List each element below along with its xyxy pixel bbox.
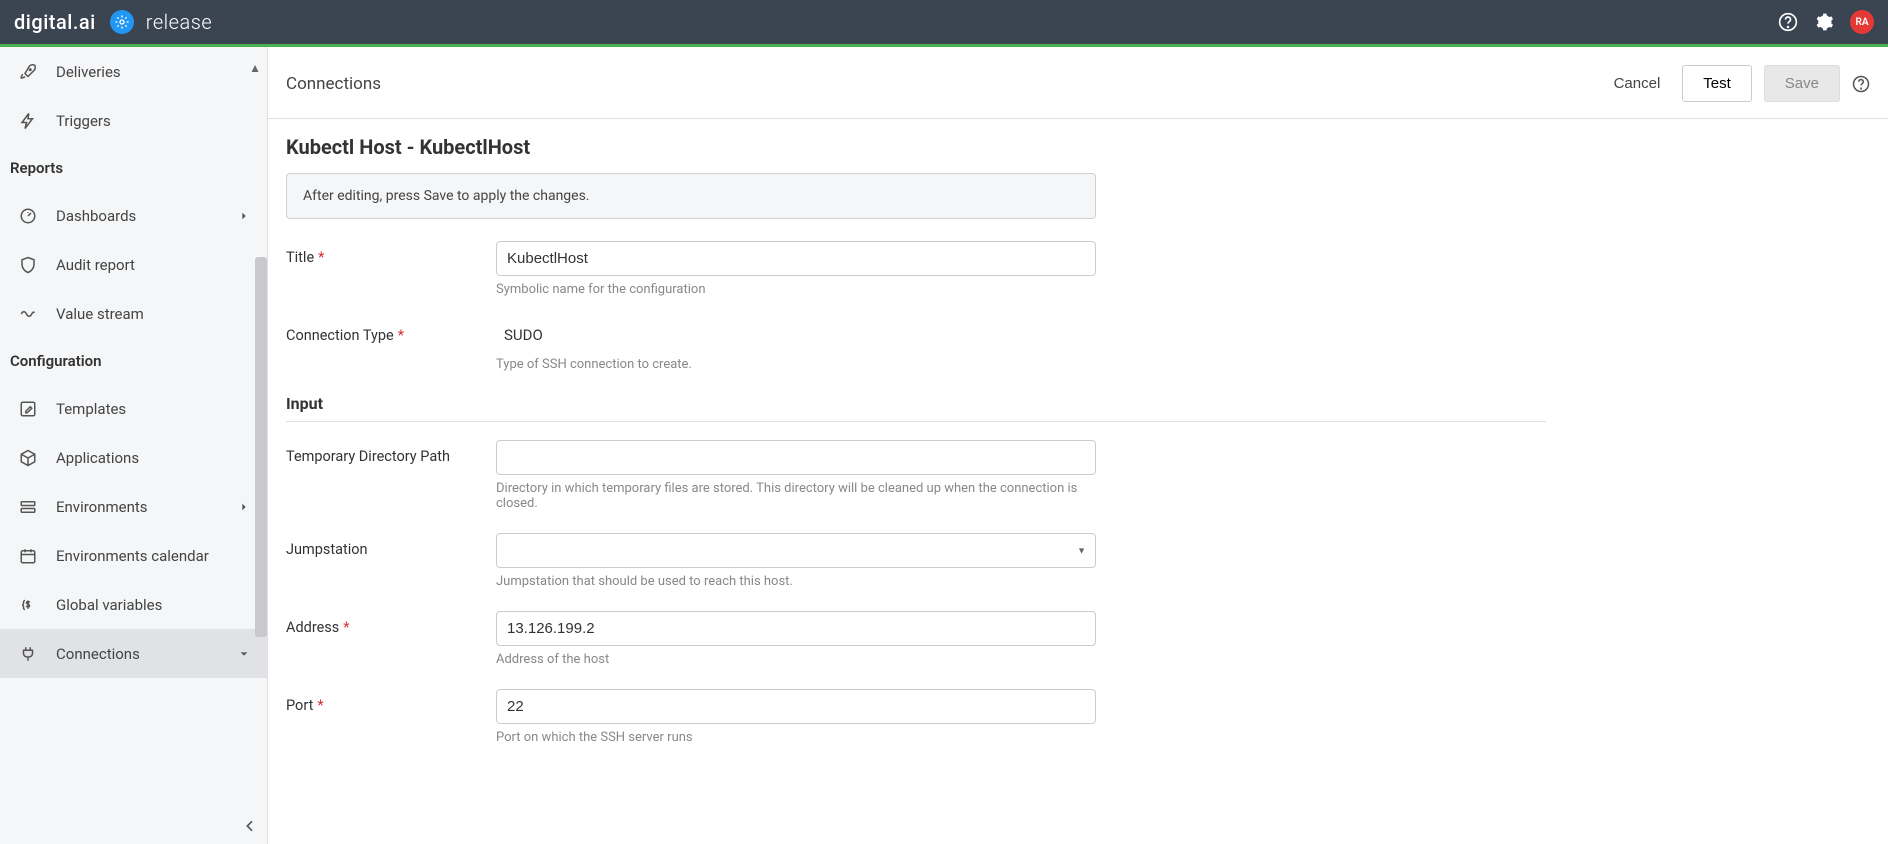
sidebar-item-label: Deliveries	[56, 63, 121, 81]
connection-type-value: SUDO	[496, 319, 1096, 351]
tmp-path-input[interactable]	[496, 440, 1096, 475]
scroll-up-icon[interactable]: ▲	[249, 61, 261, 75]
sidebar-item-label: Applications	[56, 449, 139, 467]
port-help: Port on which the SSH server runs	[496, 730, 1096, 745]
address-label: Address*	[286, 611, 496, 636]
bolt-icon	[18, 111, 38, 131]
cancel-button[interactable]: Cancel	[1604, 67, 1671, 100]
connection-type-help: Type of SSH connection to create.	[496, 357, 1096, 372]
jumpstation-label: Jumpstation	[286, 533, 496, 558]
top-bar: digital.ai release RA	[0, 0, 1888, 44]
gauge-icon	[18, 206, 38, 226]
chevron-down-icon	[239, 649, 249, 659]
sidebar-scrollbar[interactable]	[255, 257, 267, 637]
title-input[interactable]	[496, 241, 1096, 276]
sidebar-item-environments-calendar[interactable]: Environments calendar	[0, 531, 267, 580]
wave-icon	[18, 304, 38, 324]
sidebar-item-connections[interactable]: Connections	[0, 629, 267, 678]
sidebar-item-label: Value stream	[56, 305, 144, 323]
port-label: Port*	[286, 689, 496, 714]
topbar-actions: RA	[1778, 10, 1874, 34]
sidebar-item-label: Dashboards	[56, 207, 136, 225]
sidebar-item-value-stream[interactable]: Value stream	[0, 289, 267, 338]
shield-icon	[18, 255, 38, 275]
sidebar-item-triggers[interactable]: Triggers	[0, 96, 267, 145]
cube-icon	[18, 448, 38, 468]
sidebar-item-label: Environments	[56, 498, 148, 516]
sidebar-item-label: Triggers	[56, 112, 111, 130]
rocket-icon	[18, 62, 38, 82]
sidebar-item-dashboards[interactable]: Dashboards	[0, 191, 267, 240]
context-help-icon[interactable]	[1852, 75, 1870, 93]
brand: digital.ai release	[14, 10, 212, 34]
tmp-path-help: Directory in which temporary files are s…	[496, 481, 1096, 511]
avatar[interactable]: RA	[1850, 10, 1874, 34]
port-input[interactable]	[496, 689, 1096, 724]
jumpstation-help: Jumpstation that should be used to reach…	[496, 574, 1096, 589]
address-input[interactable]	[496, 611, 1096, 646]
title-label: Title*	[286, 241, 496, 266]
sidebar-collapse-button[interactable]	[238, 814, 262, 838]
sidebar-item-environments[interactable]: Environments	[0, 482, 267, 531]
calendar-icon	[18, 546, 38, 566]
address-help: Address of the host	[496, 652, 1096, 667]
content-heading: Kubectl Host - KubectlHost	[286, 135, 1870, 159]
pencil-box-icon	[18, 399, 38, 419]
notice-banner: After editing, press Save to apply the c…	[286, 173, 1096, 219]
stack-icon	[18, 497, 38, 517]
chevron-right-icon	[239, 211, 249, 221]
page-title: Connections	[286, 74, 381, 94]
dollar-braces-icon	[18, 595, 38, 615]
input-section-heading: Input	[286, 394, 1546, 422]
jumpstation-select[interactable]	[496, 533, 1096, 568]
sidebar-section-reports: Reports	[0, 145, 267, 191]
sidebar-item-templates[interactable]: Templates	[0, 384, 267, 433]
sidebar-item-label: Audit report	[56, 256, 135, 274]
sidebar-section-configuration: Configuration	[0, 338, 267, 384]
sidebar-item-applications[interactable]: Applications	[0, 433, 267, 482]
brand-product-name: release	[146, 10, 212, 34]
brand-logo-digital-ai: digital.ai	[14, 10, 96, 34]
title-help: Symbolic name for the configuration	[496, 282, 1096, 297]
connection-type-label: Connection Type*	[286, 319, 496, 344]
sidebar-item-global-variables[interactable]: Global variables	[0, 580, 267, 629]
sidebar-item-deliveries[interactable]: Deliveries	[0, 47, 267, 96]
help-icon[interactable]	[1778, 12, 1798, 32]
sidebar-item-label: Templates	[56, 400, 126, 418]
sidebar-item-label: Environments calendar	[56, 547, 209, 565]
sidebar-item-audit-report[interactable]: Audit report	[0, 240, 267, 289]
plug-icon	[18, 644, 38, 664]
save-button[interactable]: Save	[1764, 65, 1840, 102]
main-content: Connections Cancel Test Save Kubectl Hos…	[268, 47, 1888, 844]
page-header: Connections Cancel Test Save	[268, 47, 1888, 119]
sidebar: ▲ Deliveries Triggers Reports Dashboards	[0, 47, 268, 844]
gear-icon[interactable]	[1814, 12, 1834, 32]
sidebar-item-label: Global variables	[56, 596, 162, 614]
brand-product-icon	[110, 10, 134, 34]
sidebar-item-label: Connections	[56, 645, 140, 663]
chevron-right-icon	[239, 502, 249, 512]
test-button[interactable]: Test	[1682, 65, 1752, 102]
tmp-path-label: Temporary Directory Path	[286, 440, 496, 465]
